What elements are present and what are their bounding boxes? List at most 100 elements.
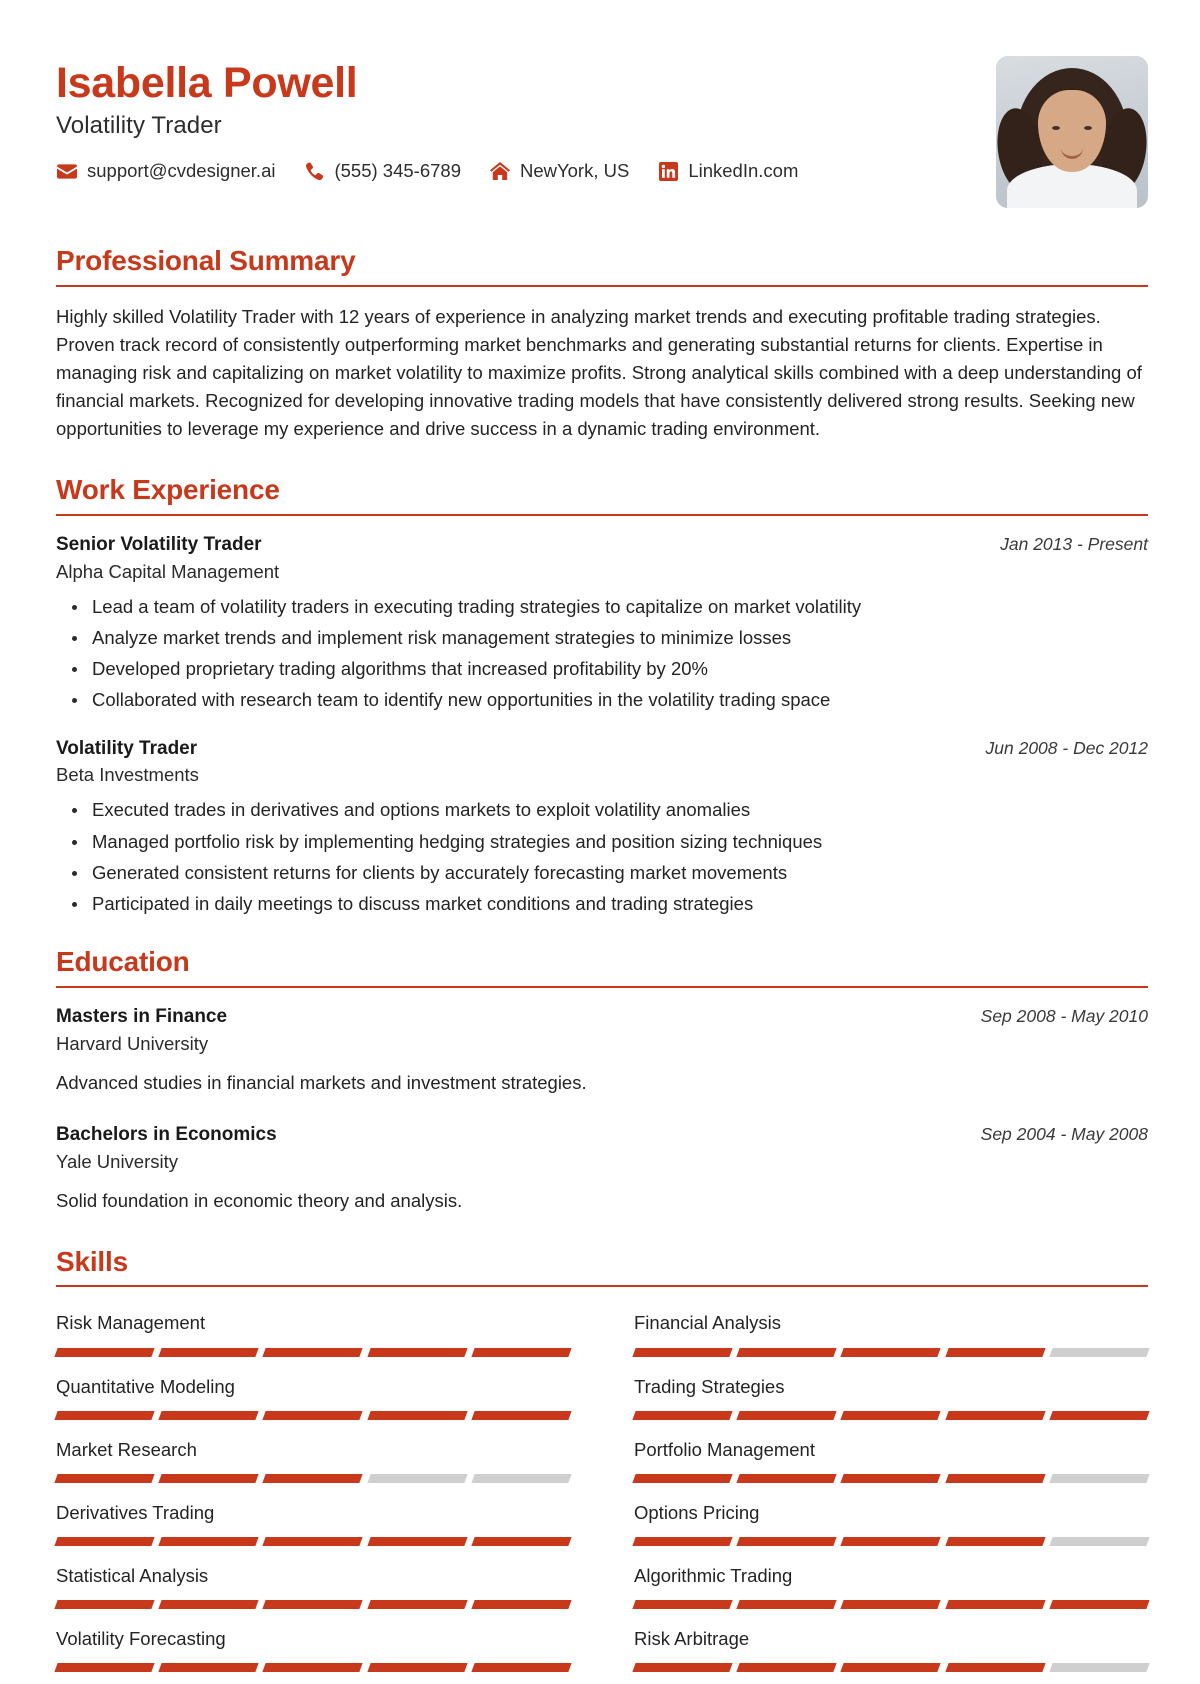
skill-item: Portfolio Management	[632, 1430, 1150, 1493]
skill-segment-filled	[262, 1536, 364, 1546]
work-entry: Senior Volatility Trader Jan 2013 - Pres…	[56, 532, 1148, 714]
education-date: Sep 2008 - May 2010	[980, 1006, 1148, 1027]
skill-segment-filled	[158, 1473, 260, 1483]
skill-segment-filled	[632, 1662, 733, 1672]
list-item: Analyze market trends and implement risk…	[72, 625, 1148, 651]
list-item: Lead a team of volatility traders in exe…	[72, 594, 1148, 620]
skill-segment-filled	[944, 1473, 1046, 1483]
skill-level-bar	[632, 1410, 1150, 1420]
skill-item: Risk Management	[54, 1303, 572, 1366]
skill-item: Market Research	[54, 1430, 572, 1493]
list-item: Collaborated with research team to ident…	[72, 687, 1148, 713]
skill-segment-filled	[158, 1662, 260, 1672]
work-entry-header: Volatility Trader Jun 2008 - Dec 2012	[56, 736, 1148, 762]
summary-text: Highly skilled Volatility Trader with 12…	[56, 305, 1142, 440]
work-date: Jan 2013 - Present	[1000, 534, 1148, 555]
skill-segment-filled	[632, 1473, 733, 1483]
section-title-summary: Professional Summary	[56, 245, 356, 276]
skill-segment-filled	[840, 1536, 942, 1546]
skill-segment-filled	[471, 1410, 572, 1420]
skill-segment-filled	[840, 1662, 942, 1672]
candidate-job-title: Volatility Trader	[56, 112, 222, 140]
list-item: Executed trades in derivatives and optio…	[72, 797, 1148, 823]
work-bullets: Lead a team of volatility traders in exe…	[56, 594, 1148, 714]
skill-item: Volatility Forecasting	[54, 1619, 572, 1682]
education-school: Yale University	[56, 1151, 179, 1173]
contact-phone-text: (555) 345-6789	[334, 159, 461, 181]
education-degree: Bachelors in Economics	[56, 1124, 277, 1146]
skill-segment-filled	[262, 1662, 364, 1672]
avatar-smile	[1061, 146, 1083, 159]
skill-segment-filled	[262, 1410, 364, 1420]
skill-segment-filled	[471, 1599, 572, 1609]
skill-segment-filled	[366, 1410, 468, 1420]
skill-label: Risk Management	[56, 1312, 206, 1334]
skill-segment-empty	[1049, 1536, 1150, 1546]
skill-segment-filled	[840, 1599, 942, 1609]
section-divider	[56, 1285, 1148, 1288]
contact-email[interactable]: support@cvdesigner.ai	[56, 161, 275, 181]
skill-label: Portfolio Management	[634, 1438, 815, 1460]
skill-item: Derivatives Trading	[54, 1493, 572, 1556]
header-text-block: Isabella Powell Volatility Trader suppor…	[56, 52, 996, 181]
skill-label: Algorithmic Trading	[634, 1564, 793, 1586]
skill-label: Volatility Forecasting	[56, 1627, 226, 1649]
skill-segment-empty	[1049, 1662, 1150, 1672]
phone-icon	[303, 161, 325, 181]
linkedin-icon	[657, 161, 679, 181]
skill-segment-filled	[54, 1599, 155, 1609]
skill-segment-filled	[262, 1473, 364, 1483]
skill-label: Statistical Analysis	[56, 1564, 209, 1586]
skill-segment-filled	[158, 1536, 260, 1546]
skill-segment-filled	[632, 1536, 733, 1546]
contact-linkedin[interactable]: LinkedIn.com	[657, 161, 798, 181]
contact-location: NewYork, US	[489, 161, 629, 181]
skill-level-bar	[632, 1536, 1150, 1546]
skill-segment-filled	[471, 1536, 572, 1546]
skill-segment-filled	[632, 1599, 733, 1609]
skill-segment-filled	[366, 1347, 468, 1357]
skill-segment-filled	[262, 1599, 364, 1609]
education-degree: Masters in Finance	[56, 1006, 228, 1028]
skill-segment-filled	[54, 1473, 155, 1483]
contact-location-text: NewYork, US	[519, 159, 630, 181]
skill-segment-filled	[54, 1347, 155, 1357]
skill-segment-filled	[158, 1410, 260, 1420]
skill-segment-filled	[840, 1473, 942, 1483]
skill-label: Options Pricing	[634, 1501, 760, 1523]
contact-row: support@cvdesigner.ai (555) 345-6789 New…	[56, 161, 996, 181]
education-entry-header: Masters in Finance Sep 2008 - May 2010	[56, 1004, 1148, 1030]
skill-item: Trading Strategies	[632, 1367, 1150, 1430]
education-entry-header: Bachelors in Economics Sep 2004 - May 20…	[56, 1122, 1148, 1148]
skill-level-bar	[632, 1347, 1150, 1357]
skill-segment-filled	[54, 1536, 155, 1546]
skill-segment-filled	[736, 1473, 838, 1483]
skill-level-bar	[54, 1410, 572, 1420]
skill-segment-filled	[840, 1410, 942, 1420]
skill-label: Market Research	[56, 1438, 197, 1460]
education-entry: Masters in Finance Sep 2008 - May 2010 H…	[56, 1004, 1148, 1096]
candidate-name: Isabella Powell	[56, 59, 358, 107]
skill-label: Quantitative Modeling	[56, 1375, 235, 1397]
work-entry: Volatility Trader Jun 2008 - Dec 2012 Be…	[56, 736, 1148, 918]
skill-label: Derivatives Trading	[56, 1501, 215, 1523]
home-icon	[489, 161, 511, 181]
skill-segment-filled	[944, 1347, 1046, 1357]
skill-level-bar	[54, 1473, 572, 1483]
skill-segment-filled	[366, 1599, 468, 1609]
list-item: Participated in daily meetings to discus…	[72, 891, 1148, 917]
skill-level-bar	[54, 1536, 572, 1546]
work-organization: Alpha Capital Management	[56, 560, 280, 582]
skill-item: Risk Arbitrage	[632, 1619, 1150, 1682]
skill-item: Options Pricing	[632, 1493, 1150, 1556]
skill-segment-filled	[736, 1599, 838, 1609]
section-professional-summary: Professional Summary Highly skilled Vola…	[0, 245, 1200, 443]
contact-phone[interactable]: (555) 345-6789	[303, 161, 461, 181]
skill-segment-filled	[632, 1347, 733, 1357]
skill-segment-empty	[1049, 1473, 1150, 1483]
skill-segment-empty	[1049, 1347, 1150, 1357]
skill-segment-filled	[944, 1536, 1046, 1546]
skills-grid: Risk Management Financial Analysis Quantit…	[54, 1303, 1150, 1682]
